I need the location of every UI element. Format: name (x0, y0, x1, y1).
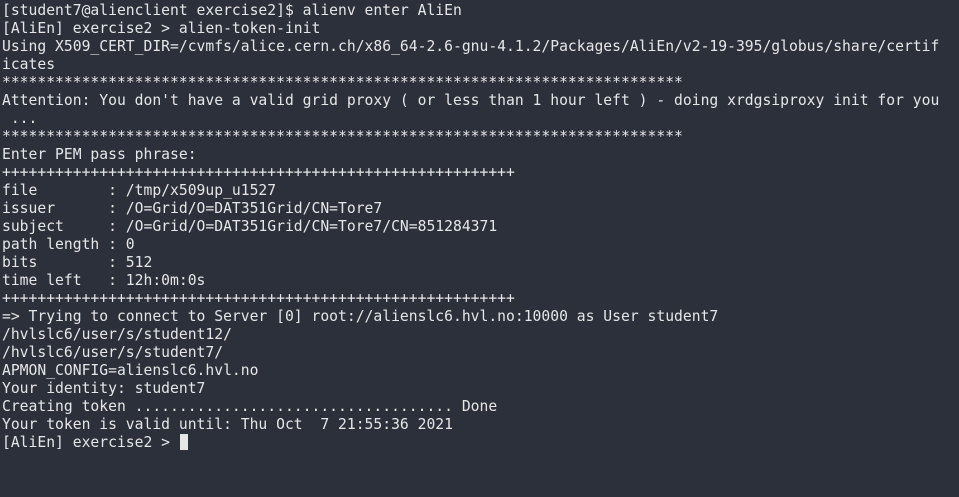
terminal-line: Attention: You don't have a valid grid p… (2, 92, 940, 109)
shell-prompt: [AliEn] exercise2 > (2, 434, 179, 451)
terminal-line: /hvlslc6/user/s/student12/ (2, 326, 232, 343)
terminal-line: path length : 0 (2, 236, 135, 253)
terminal-line: issuer : /O=Grid/O=DAT351Grid/CN=Tore7 (2, 200, 383, 217)
terminal-line: ****************************************… (2, 74, 683, 91)
terminal-line: ++++++++++++++++++++++++++++++++++++++++… (2, 290, 515, 307)
text-cursor[interactable] (179, 434, 188, 450)
terminal-line: APMON_CONFIG=alienslc6.hvl.no (2, 362, 259, 379)
terminal-line: subject : /O=Grid/O=DAT351Grid/CN=Tore7/… (2, 218, 498, 235)
terminal-line: [AliEn] exercise2 > alien-token-init (2, 20, 321, 37)
terminal-line: Creating token .........................… (2, 398, 498, 415)
terminal-input-line[interactable]: [AliEn] exercise2 > (2, 434, 959, 452)
terminal-line: Enter PEM pass phrase: (2, 146, 197, 163)
terminal-line: file : /tmp/x509up_u1527 (2, 182, 277, 199)
terminal-line: /hvlslc6/user/s/student7/ (2, 344, 224, 361)
terminal-window[interactable]: [student7@alienclient exercise2]$ alienv… (0, 0, 959, 497)
terminal-line: bits : 512 (2, 254, 153, 271)
terminal-line: ... (2, 110, 38, 127)
terminal-line: time left : 12h:0m:0s (2, 272, 206, 289)
terminal-line: ++++++++++++++++++++++++++++++++++++++++… (2, 164, 515, 181)
terminal-line: [student7@alienclient exercise2]$ alienv… (2, 2, 462, 19)
terminal-line: => Trying to connect to Server [0] root:… (2, 308, 719, 325)
terminal-line: icates (2, 56, 56, 73)
terminal-output: [student7@alienclient exercise2]$ alienv… (2, 2, 959, 434)
terminal-line: Your token is valid until: Thu Oct 7 21:… (2, 416, 453, 433)
terminal-line: Using X509_CERT_DIR=/cvmfs/alice.cern.ch… (2, 38, 940, 55)
terminal-line: ****************************************… (2, 128, 683, 145)
terminal-line: Your identity: student7 (2, 380, 206, 397)
